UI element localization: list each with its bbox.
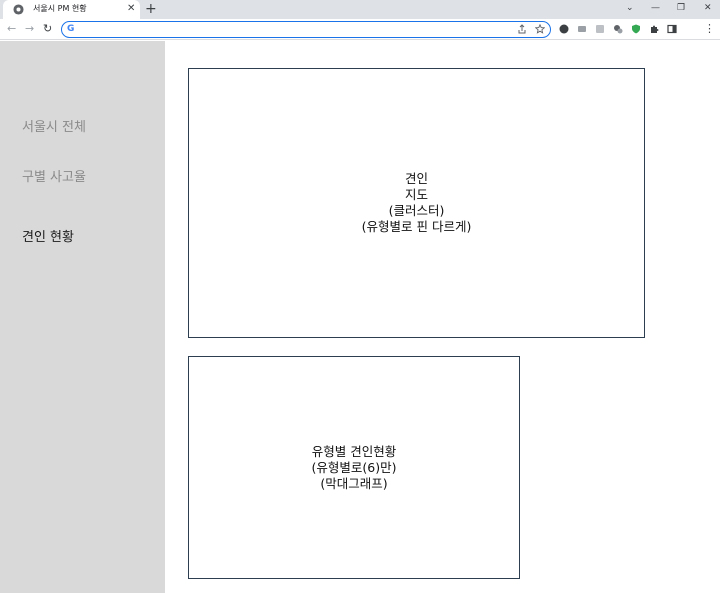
tab-title: 서울시 PM 현황 xyxy=(33,4,87,13)
address-input[interactable] xyxy=(80,22,500,36)
tab-search-chevron-icon[interactable]: ⌄ xyxy=(626,2,634,14)
minimize-button[interactable]: — xyxy=(651,2,660,14)
browser-menu-icon[interactable]: ⋮ xyxy=(704,22,715,36)
towing-bar-chart-placeholder: 유형별 견인현황 (유형별로(6)만) (막대그래프) xyxy=(188,356,520,579)
sidebar-item-district-accident-rate[interactable]: 구별 사고율 xyxy=(22,166,86,185)
map-label-line: 견인 xyxy=(404,171,428,186)
tab-strip: 서울시 PM 현황 ✕ + ⌄ — ❐ ✕ xyxy=(0,0,720,19)
map-label-line: (유형별로 핀 다르게) xyxy=(361,219,472,234)
extension-icon[interactable] xyxy=(577,24,587,34)
bar-label-line: (막대그래프) xyxy=(320,475,388,491)
extension-icon[interactable] xyxy=(595,24,605,34)
chrome-favicon-icon xyxy=(13,4,24,15)
map-label-line: 지도 xyxy=(404,187,428,202)
map-placeholder-text: 견인 지도 (클러스터) (유형별로 핀 다르게) xyxy=(362,171,472,235)
address-bar[interactable]: G xyxy=(61,21,551,38)
new-tab-button[interactable]: + xyxy=(145,1,157,17)
sidebar-item-seoul-overall[interactable]: 서울시 전체 xyxy=(22,116,86,135)
bar-label-line: 유형별 견인현황 xyxy=(311,443,397,459)
browser-tab[interactable]: 서울시 PM 현황 ✕ xyxy=(3,0,140,19)
bar-placeholder-text: 유형별 견인현황 (유형별로(6)만) (막대그래프) xyxy=(312,444,397,492)
tab-close-icon[interactable]: ✕ xyxy=(127,2,135,16)
bookmark-star-icon[interactable] xyxy=(535,24,545,34)
sidebar: 서울시 전체 구별 사고율 견인 현황 xyxy=(0,41,165,593)
shield-icon[interactable] xyxy=(631,24,641,34)
sidebar-item-towing-status[interactable]: 견인 현황 xyxy=(22,226,74,245)
side-panel-icon[interactable] xyxy=(667,24,677,34)
google-icon: G xyxy=(67,24,75,34)
bar-label-line: (유형별로(6)만) xyxy=(311,459,397,475)
back-button[interactable]: ← xyxy=(7,22,16,36)
reload-button[interactable]: ↻ xyxy=(43,22,52,36)
share-icon[interactable] xyxy=(517,24,527,34)
close-window-button[interactable]: ✕ xyxy=(704,2,712,14)
browser-toolbar: ← → ↻ G ⋮ xyxy=(0,19,720,40)
map-label-line: (클러스터) xyxy=(388,203,445,218)
restore-button[interactable]: ❐ xyxy=(677,2,685,14)
puzzle-icon[interactable] xyxy=(649,24,659,34)
extension-icon[interactable] xyxy=(613,24,623,34)
towing-map-placeholder: 견인 지도 (클러스터) (유형별로 핀 다르게) xyxy=(188,68,645,338)
forward-button[interactable]: → xyxy=(25,22,34,36)
extension-icon[interactable] xyxy=(559,24,569,34)
